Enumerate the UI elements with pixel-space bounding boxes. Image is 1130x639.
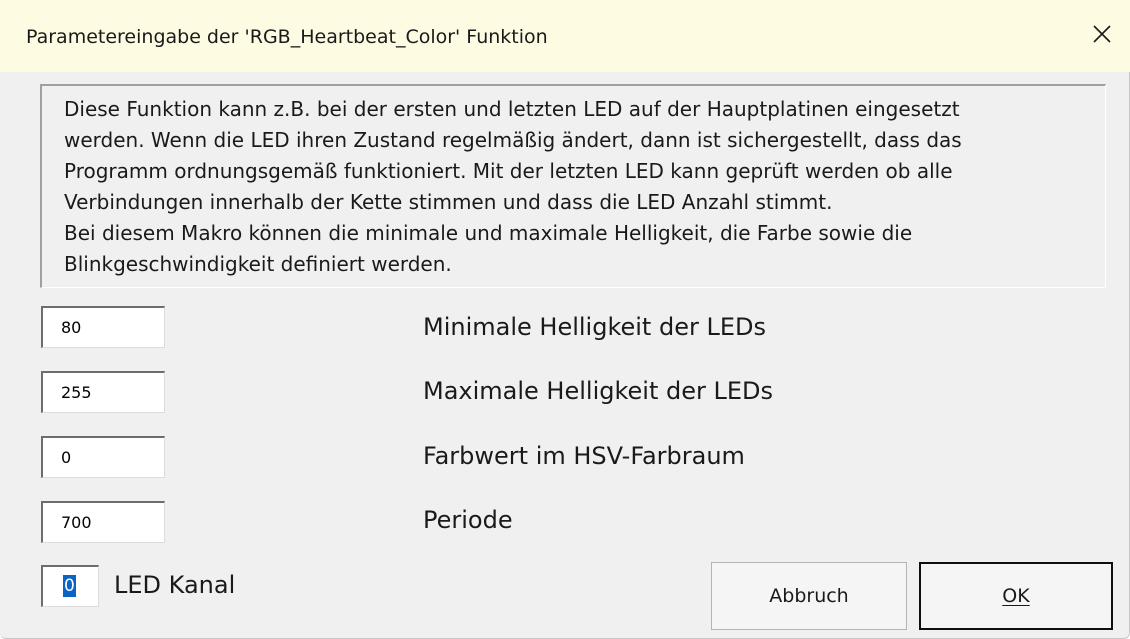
title-bar: Parametereingabe der 'RGB_Heartbeat_Colo… <box>0 0 1130 72</box>
hsv-color-input[interactable]: 0 <box>41 436 165 478</box>
max-brightness-input[interactable]: 255 <box>41 371 165 413</box>
dialog-window: Parametereingabe der 'RGB_Heartbeat_Colo… <box>0 0 1130 639</box>
description-line: Bei diesem Makro können die minimale und… <box>64 221 913 245</box>
window-title: Parametereingabe der 'RGB_Heartbeat_Colo… <box>26 26 548 48</box>
description-line: Programm ordnungsgemäß funktioniert. Mit… <box>64 159 953 183</box>
description-box: Diese Funktion kann z.B. bei der ersten … <box>40 84 1106 288</box>
min-brightness-input[interactable]: 80 <box>41 306 165 348</box>
close-icon <box>1093 25 1111 43</box>
led-channel-input[interactable]: 0 <box>41 565 99 607</box>
close-button[interactable] <box>1080 14 1124 54</box>
led-channel-value: 0 <box>63 575 76 597</box>
ok-button-focus: OK <box>924 567 1108 625</box>
period-input[interactable]: 700 <box>41 501 165 543</box>
ok-button-label: OK <box>1002 585 1030 607</box>
description-line: Diese Funktion kann z.B. bei der ersten … <box>64 97 960 121</box>
hsv-color-label: Farbwert im HSV-Farbraum <box>423 442 745 470</box>
led-channel-label: LED Kanal <box>114 571 236 599</box>
description-line: werden. Wenn die LED ihren Zustand regel… <box>64 128 962 152</box>
max-brightness-label: Maximale Helligkeit der LEDs <box>423 377 774 405</box>
cancel-button[interactable]: Abbruch <box>711 562 907 630</box>
min-brightness-label: Minimale Helligkeit der LEDs <box>423 313 766 341</box>
period-label: Periode <box>423 506 513 534</box>
description-line: Verbindungen innerhalb der Kette stimmen… <box>64 190 833 214</box>
description-line: Blinkgeschwindigkeit definiert werden. <box>64 252 452 276</box>
ok-button[interactable]: OK <box>919 562 1113 630</box>
